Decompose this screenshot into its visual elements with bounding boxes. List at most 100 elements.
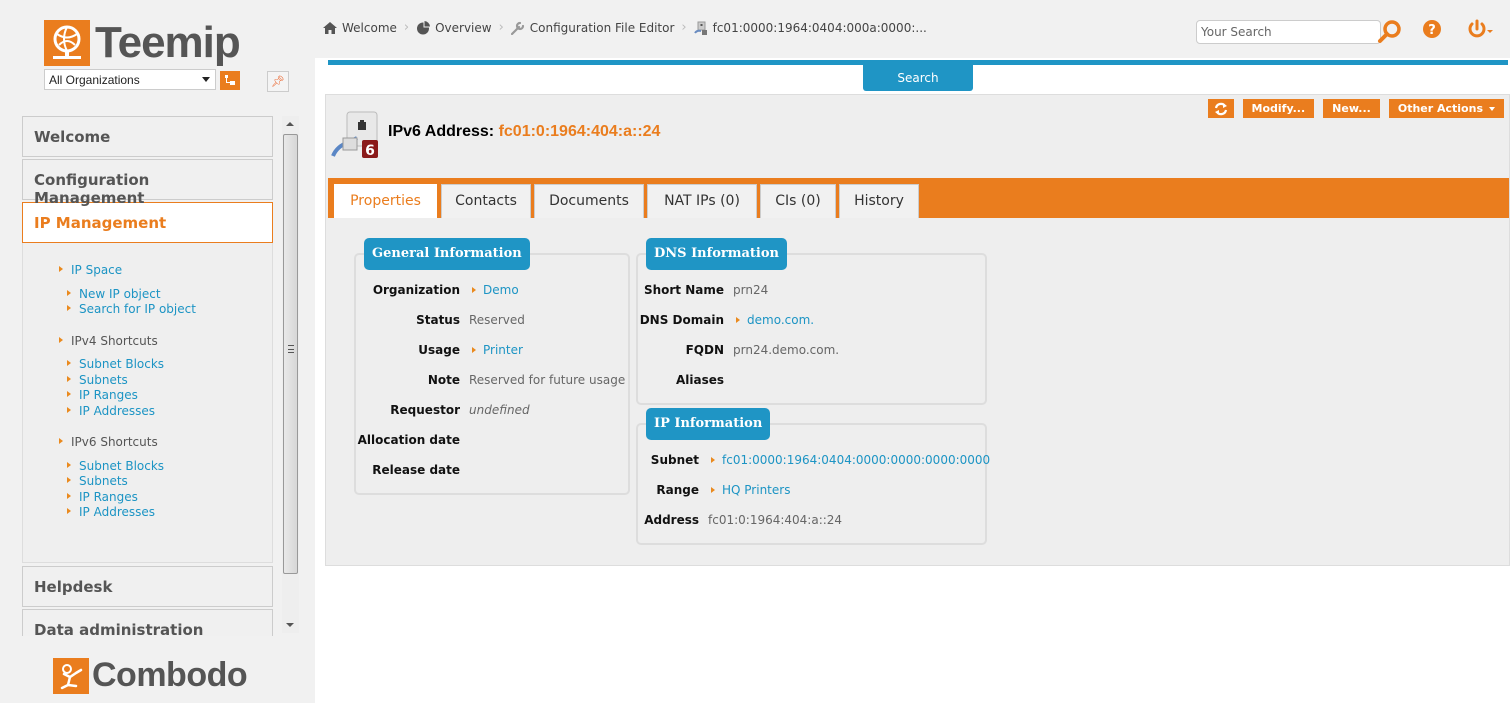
field-status: Status Reserved (356, 313, 525, 327)
footer-brand: Combodo (92, 656, 248, 694)
tab-properties[interactable]: Properties (334, 184, 437, 218)
breadcrumb-label: Welcome (342, 20, 397, 35)
tab-bar: Properties Contacts Documents NAT IPs (0… (328, 178, 1509, 218)
menu-group-ipv6-shortcuts: IPv6 Shortcuts (55, 435, 272, 451)
subnet-link[interactable]: fc01:0000:1964:0404:0000:0000:0000:0000 (708, 453, 990, 467)
top-bar: Welcome › Overview › Configuration File … (315, 0, 1510, 58)
field-label: Range (656, 483, 699, 497)
breadcrumb: Welcome › Overview › Configuration File … (323, 20, 927, 35)
ipv6-address-object-icon: 6 (331, 110, 381, 160)
field-value: Reserved (469, 313, 525, 327)
modify-button[interactable]: Modify... (1242, 99, 1315, 118)
breadcrumb-current-object[interactable]: fc01:0000:1964:0404:000a:0000:... (693, 21, 927, 35)
menu-item-ipv4-subnet-blocks[interactable]: Subnet Blocks (63, 357, 272, 373)
menu-item-ipv6-subnets[interactable]: Subnets (63, 474, 272, 490)
breadcrumb-overview[interactable]: Overview (416, 20, 492, 35)
scroll-up-arrow-icon[interactable] (286, 122, 294, 126)
other-actions-button[interactable]: Other Actions (1388, 99, 1504, 118)
field-value: fc01:0:1964:404:a::24 (708, 513, 843, 527)
chevron-down-icon (1489, 107, 1495, 111)
pin-menu-button[interactable]: 📌︎ (267, 71, 289, 92)
search-drawer-toggle[interactable]: Search (863, 65, 973, 91)
field-value: prn24 (733, 283, 769, 297)
tab-documents[interactable]: Documents (534, 184, 644, 218)
field-label: Requestor (390, 403, 460, 417)
new-button[interactable]: New... (1323, 99, 1380, 118)
range-link[interactable]: HQ Printers (708, 483, 790, 497)
chevron-down-icon (202, 77, 210, 82)
menu-item-ipv4-subnets[interactable]: Subnets (63, 373, 272, 389)
sidebar-section-data-administration[interactable]: Data administration (22, 609, 273, 636)
field-range: Range HQ Printers (638, 483, 790, 497)
field-aliases: Aliases (638, 373, 733, 387)
refresh-icon (1214, 102, 1227, 115)
object-name: fc01:0:1964:404:a::24 (498, 123, 661, 140)
global-search-input[interactable]: Your Search (1196, 20, 1381, 44)
field-fqdn: FQDN prn24.demo.com. (638, 343, 840, 357)
refresh-button[interactable] (1207, 99, 1234, 118)
organization-link[interactable]: Demo (469, 283, 519, 297)
field-usage: Usage Printer (356, 343, 523, 357)
field-label: Allocation date (357, 433, 460, 447)
wrench-icon (510, 21, 525, 35)
general-information-section: General Information Organization Demo Sta… (354, 238, 630, 495)
ip-information-section: IP Information Subnet fc01:0000:1964:0404… (636, 408, 990, 545)
menu-item-ipv6-ip-addresses[interactable]: IP Addresses (63, 505, 272, 521)
teemip-logo[interactable]: Teemip (44, 18, 241, 67)
object-class-label: IPv6 Address: (388, 123, 495, 140)
field-label: Address (644, 513, 699, 527)
field-value: prn24.demo.com. (733, 343, 840, 357)
field-address: Address fc01:0:1964:404:a::24 (638, 513, 842, 527)
tab-cis[interactable]: CIs (0) (760, 184, 836, 218)
tab-contacts[interactable]: Contacts (441, 184, 531, 218)
organization-select[interactable]: All Organizations (44, 69, 216, 90)
field-label: Usage (418, 343, 460, 357)
breadcrumb-configuration-file-editor[interactable]: Configuration File Editor (510, 21, 674, 35)
section-title: General Information (364, 238, 530, 270)
menu-item-ipv6-ip-ranges[interactable]: IP Ranges (63, 490, 272, 506)
scrollbar-thumb[interactable] (283, 134, 298, 574)
power-menu-icon[interactable] (1467, 19, 1495, 42)
menu-item-search-ip-object[interactable]: Search for IP object (63, 302, 272, 318)
field-label: Aliases (675, 373, 724, 387)
breadcrumb-separator-icon: › (403, 20, 410, 35)
sidebar-scrollbar[interactable] (282, 116, 299, 633)
tab-history[interactable]: History (839, 184, 919, 218)
menu-item-new-ip-object[interactable]: New IP object (63, 287, 272, 303)
search-icon[interactable] (1377, 19, 1403, 48)
menu-item-ipv6-subnet-blocks[interactable]: Subnet Blocks (63, 459, 272, 475)
sidebar-section-helpdesk[interactable]: Helpdesk (22, 566, 273, 607)
menu-item-ip-space[interactable]: IP Space (55, 263, 272, 279)
ipv6-badge: 6 (365, 143, 375, 159)
ipv6-address-icon (693, 21, 708, 35)
section-title: IP Information (646, 408, 771, 440)
menu-item-ipv4-ip-addresses[interactable]: IP Addresses (63, 404, 272, 420)
organization-tree-button[interactable] (220, 71, 240, 90)
breadcrumb-welcome[interactable]: Welcome (323, 21, 397, 35)
sidebar-section-configuration-management[interactable]: Configuration Management (22, 159, 273, 207)
usage-link[interactable]: Printer (469, 343, 523, 357)
object-details-panel: 6 IPv6 Address: fc01:0:1964:404:a::24 Mo… (325, 94, 1510, 566)
grip-icon (288, 345, 294, 353)
menu-item-ipv4-ip-ranges[interactable]: IP Ranges (63, 388, 272, 404)
sidebar-section-welcome[interactable]: Welcome (22, 116, 273, 157)
search-placeholder: Your Search (1201, 25, 1272, 39)
svg-text:?: ? (1428, 23, 1436, 38)
pin-icon: 📌︎ (271, 75, 285, 88)
field-label: Short Name (643, 283, 724, 297)
breadcrumb-label: Overview (435, 20, 492, 35)
globe-icon (44, 20, 90, 66)
combodo-logo[interactable]: Combodo (53, 656, 248, 695)
dns-domain-link[interactable]: demo.com. (733, 313, 814, 327)
tab-nat-ips[interactable]: NAT IPs (0) (647, 184, 757, 218)
sidebar-section-ip-management[interactable]: IP Management (22, 202, 273, 243)
scroll-down-arrow-icon[interactable] (286, 623, 294, 627)
help-icon[interactable]: ? (1422, 19, 1442, 42)
app-name: Teemip (95, 18, 241, 67)
field-release-date: Release date (356, 463, 469, 477)
field-allocation-date: Allocation date (356, 433, 469, 447)
left-pane: Teemip All Organizations 📌︎ Welcome Conf… (0, 0, 315, 703)
combodo-mark-icon (53, 657, 89, 694)
field-note: Note Reserved for future usage (356, 373, 625, 387)
field-label: Release date (372, 463, 460, 477)
